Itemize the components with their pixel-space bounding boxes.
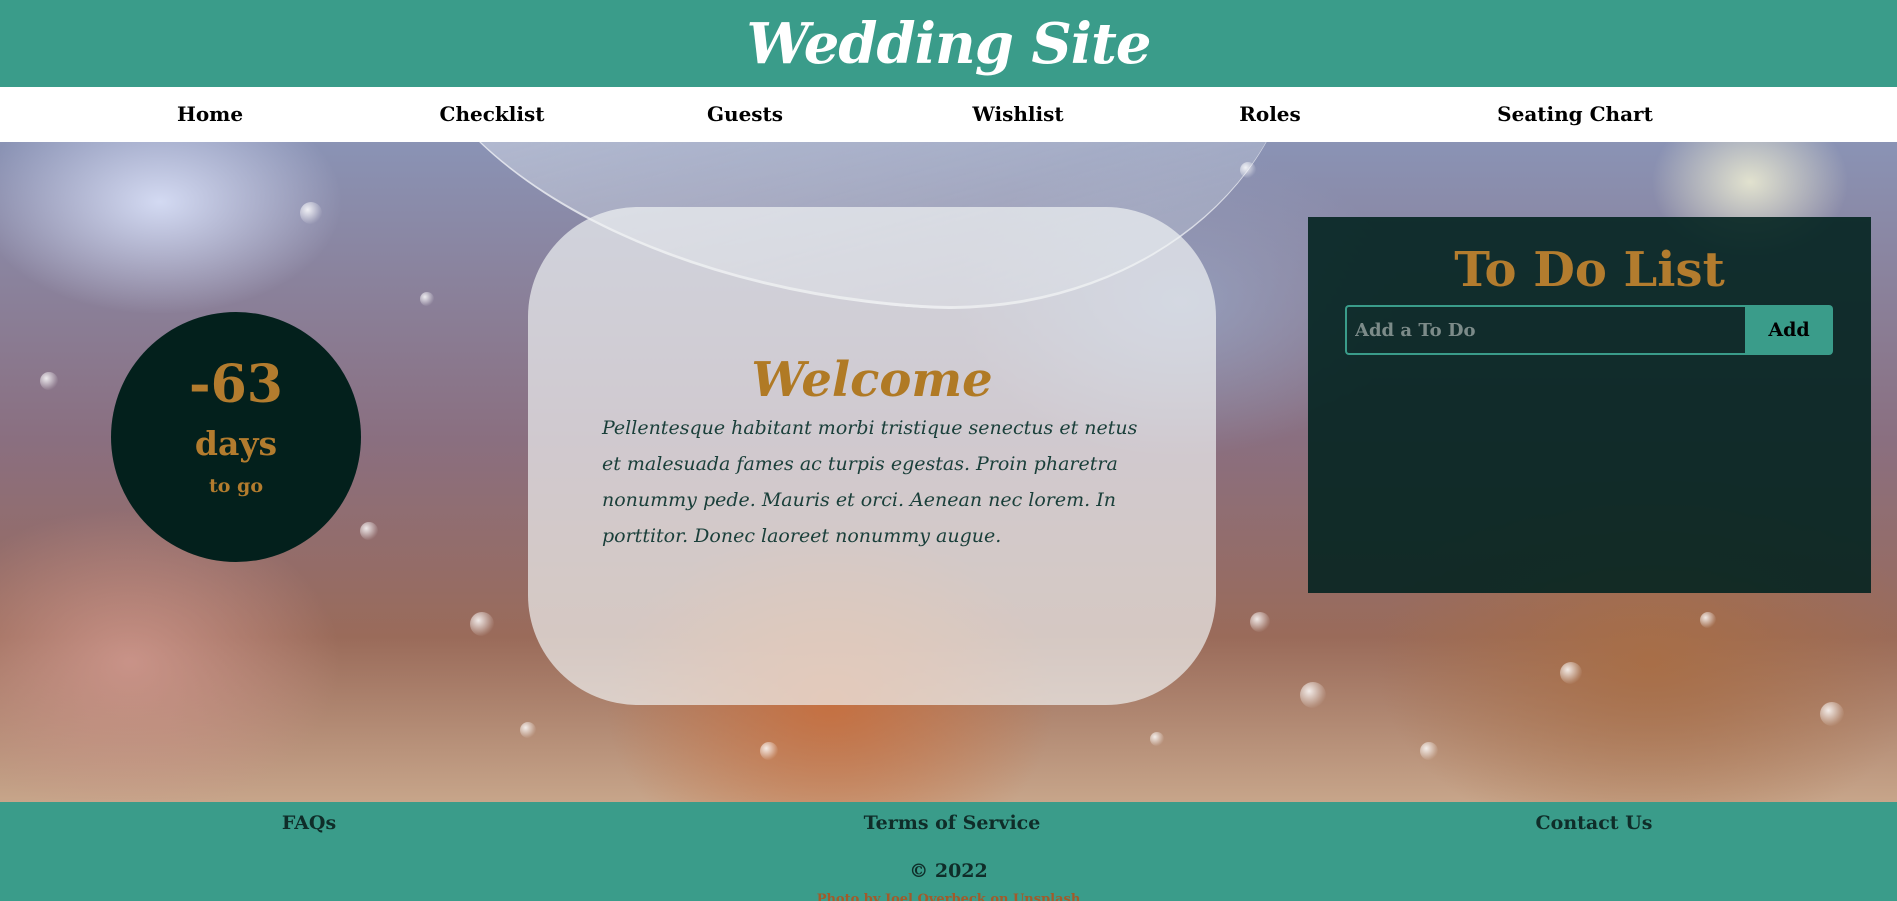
main-nav: Home Checklist Guests Wishlist Roles Sea…: [0, 87, 1897, 142]
site-footer: FAQs Terms of Service Contact Us © 2022 …: [0, 802, 1897, 901]
site-header: Wedding Site: [0, 0, 1897, 87]
welcome-card: Welcome Pellentesque habitant morbi tris…: [528, 207, 1216, 705]
raindrop: [40, 372, 58, 390]
raindrop: [1420, 742, 1438, 760]
raindrop: [420, 292, 434, 306]
todo-input[interactable]: [1345, 305, 1745, 355]
nav-item-seating-chart[interactable]: Seating Chart: [1497, 87, 1653, 142]
raindrop: [1250, 612, 1270, 632]
countdown-value: -63: [189, 354, 283, 415]
countdown-unit: days: [194, 424, 278, 463]
raindrop: [1240, 162, 1256, 178]
countdown-suffix: to go: [208, 475, 264, 497]
nav-item-guests[interactable]: Guests: [707, 87, 783, 142]
raindrop: [520, 722, 536, 738]
nav-item-checklist[interactable]: Checklist: [440, 87, 545, 142]
nav-item-roles[interactable]: Roles: [1239, 87, 1301, 142]
raindrop: [1300, 682, 1326, 708]
copyright: © 2022: [909, 860, 988, 882]
todo-title: To Do List: [1454, 242, 1725, 298]
welcome-body: Pellentesque habitant morbi tristique se…: [602, 417, 1138, 547]
raindrop: [1560, 662, 1582, 684]
footer-link-contact[interactable]: Contact Us: [1536, 812, 1653, 834]
nav-item-home[interactable]: Home: [177, 87, 243, 142]
footer-link-terms[interactable]: Terms of Service: [864, 812, 1041, 834]
photo-credit: Photo by Joel Overbeck on Unsplash: [816, 892, 1081, 901]
raindrop: [760, 742, 778, 760]
footer-link-faqs[interactable]: FAQs: [282, 812, 336, 834]
raindrop: [1700, 612, 1716, 628]
todo-panel: To Do List Add: [1308, 217, 1871, 593]
countdown-circle: -63 days to go: [111, 312, 361, 562]
raindrop: [360, 522, 378, 540]
site-title: Wedding Site: [746, 10, 1151, 77]
raindrop: [470, 612, 494, 636]
raindrop: [1150, 732, 1164, 746]
nav-item-wishlist[interactable]: Wishlist: [972, 87, 1063, 142]
raindrop: [1820, 702, 1844, 726]
hero-section: -63 days to go Welcome Pellentesque habi…: [0, 142, 1897, 802]
welcome-title: Welcome: [751, 352, 993, 408]
add-todo-button[interactable]: Add: [1745, 305, 1833, 355]
raindrop: [300, 202, 322, 224]
